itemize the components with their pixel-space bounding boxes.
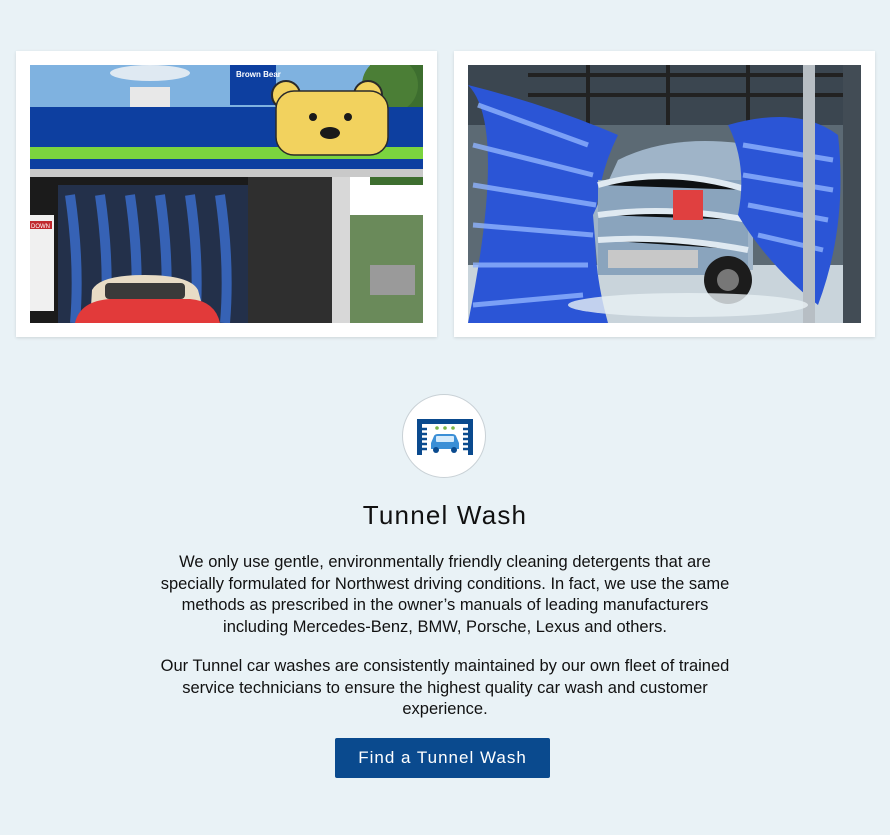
banner-down-text: DOWN	[31, 224, 50, 230]
description-paragraph-1: We only use gentle, environmentally frie…	[160, 553, 730, 636]
find-tunnel-wash-button[interactable]: Find a Tunnel Wash	[335, 738, 550, 778]
brown-bear-sign-text: Brown Bear	[236, 70, 281, 79]
section-title: Tunnel Wash	[362, 500, 528, 530]
car-wash-exterior-photo: Brown Bear DOWN	[30, 65, 423, 323]
tunnel-wash-icon-badge	[402, 394, 486, 478]
photo-frame-left: Brown Bear DOWN	[16, 51, 437, 337]
tunnel-wash-truck-photo	[468, 65, 861, 323]
description-paragraph-2: Our Tunnel car washes are consistently m…	[160, 657, 730, 718]
tunnel-wash-icon	[417, 419, 473, 455]
photo-frame-right	[454, 51, 875, 337]
